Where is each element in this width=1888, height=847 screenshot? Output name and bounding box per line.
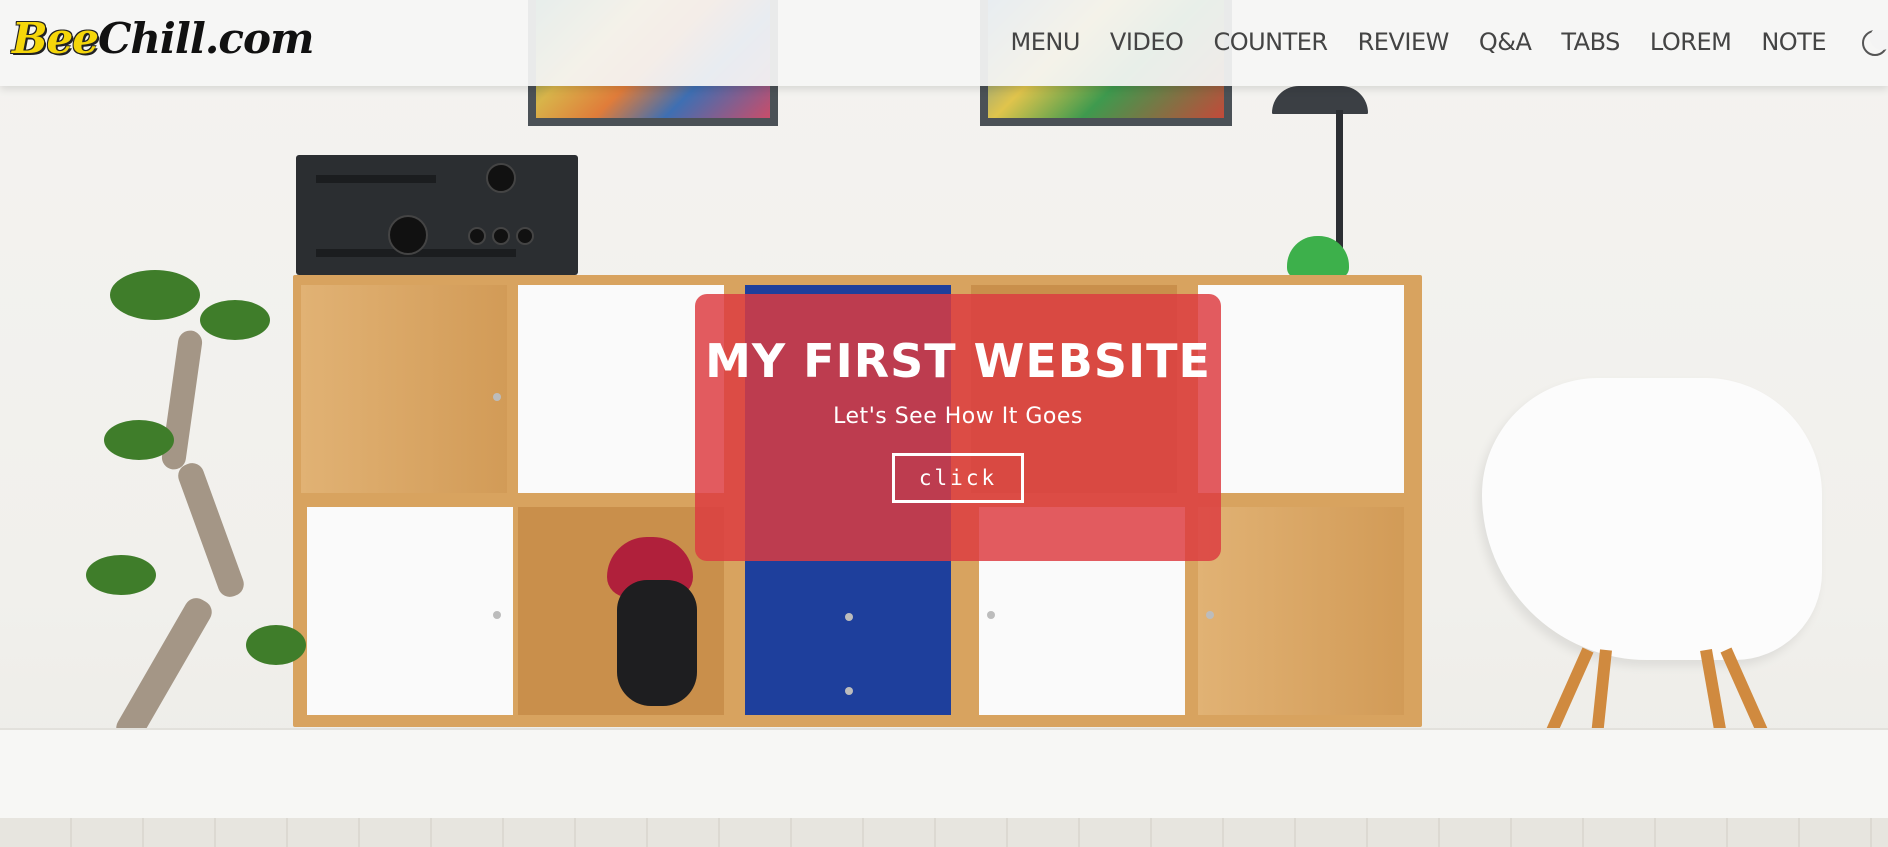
hero-card: MY FIRST WEBSITE Let's See How It Goes c… — [695, 294, 1221, 561]
lamp — [1272, 86, 1368, 114]
nav-item-qa[interactable]: Q&A — [1479, 28, 1532, 56]
top-navbar: BeeChill.com MENU VIDEO COUNTER REVIEW Q… — [0, 0, 1888, 86]
nav-item-review[interactable]: REVIEW — [1358, 28, 1450, 56]
hero-click-button[interactable]: click — [892, 453, 1024, 503]
main-nav: MENU VIDEO COUNTER REVIEW Q&A TABS LOREM… — [981, 28, 1827, 56]
moon-icon[interactable] — [1860, 30, 1888, 58]
nav-item-menu[interactable]: MENU — [1011, 28, 1081, 56]
hero-title: MY FIRST WEBSITE — [705, 334, 1211, 388]
chair — [1482, 378, 1822, 660]
nav-item-lorem[interactable]: LOREM — [1650, 28, 1732, 56]
hero-subtitle: Let's See How It Goes — [833, 404, 1083, 429]
nav-item-note[interactable]: NOTE — [1761, 28, 1826, 56]
nav-item-tabs[interactable]: TABS — [1561, 28, 1620, 56]
floor — [0, 818, 1888, 847]
stereo-system — [296, 155, 578, 275]
site-logo[interactable]: BeeChill.com — [12, 14, 314, 63]
logo-bee-text: Bee — [12, 14, 99, 63]
nav-item-video[interactable]: VIDEO — [1110, 28, 1184, 56]
nav-item-counter[interactable]: COUNTER — [1213, 28, 1328, 56]
logo-chill-text: Chill.com — [97, 14, 314, 63]
